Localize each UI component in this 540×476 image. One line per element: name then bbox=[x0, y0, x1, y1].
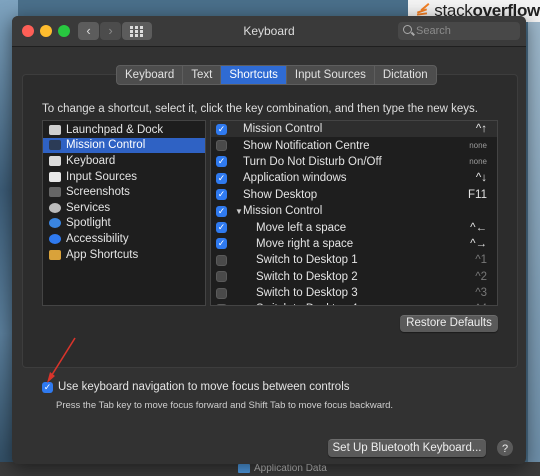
annotation-arrow bbox=[47, 337, 76, 383]
